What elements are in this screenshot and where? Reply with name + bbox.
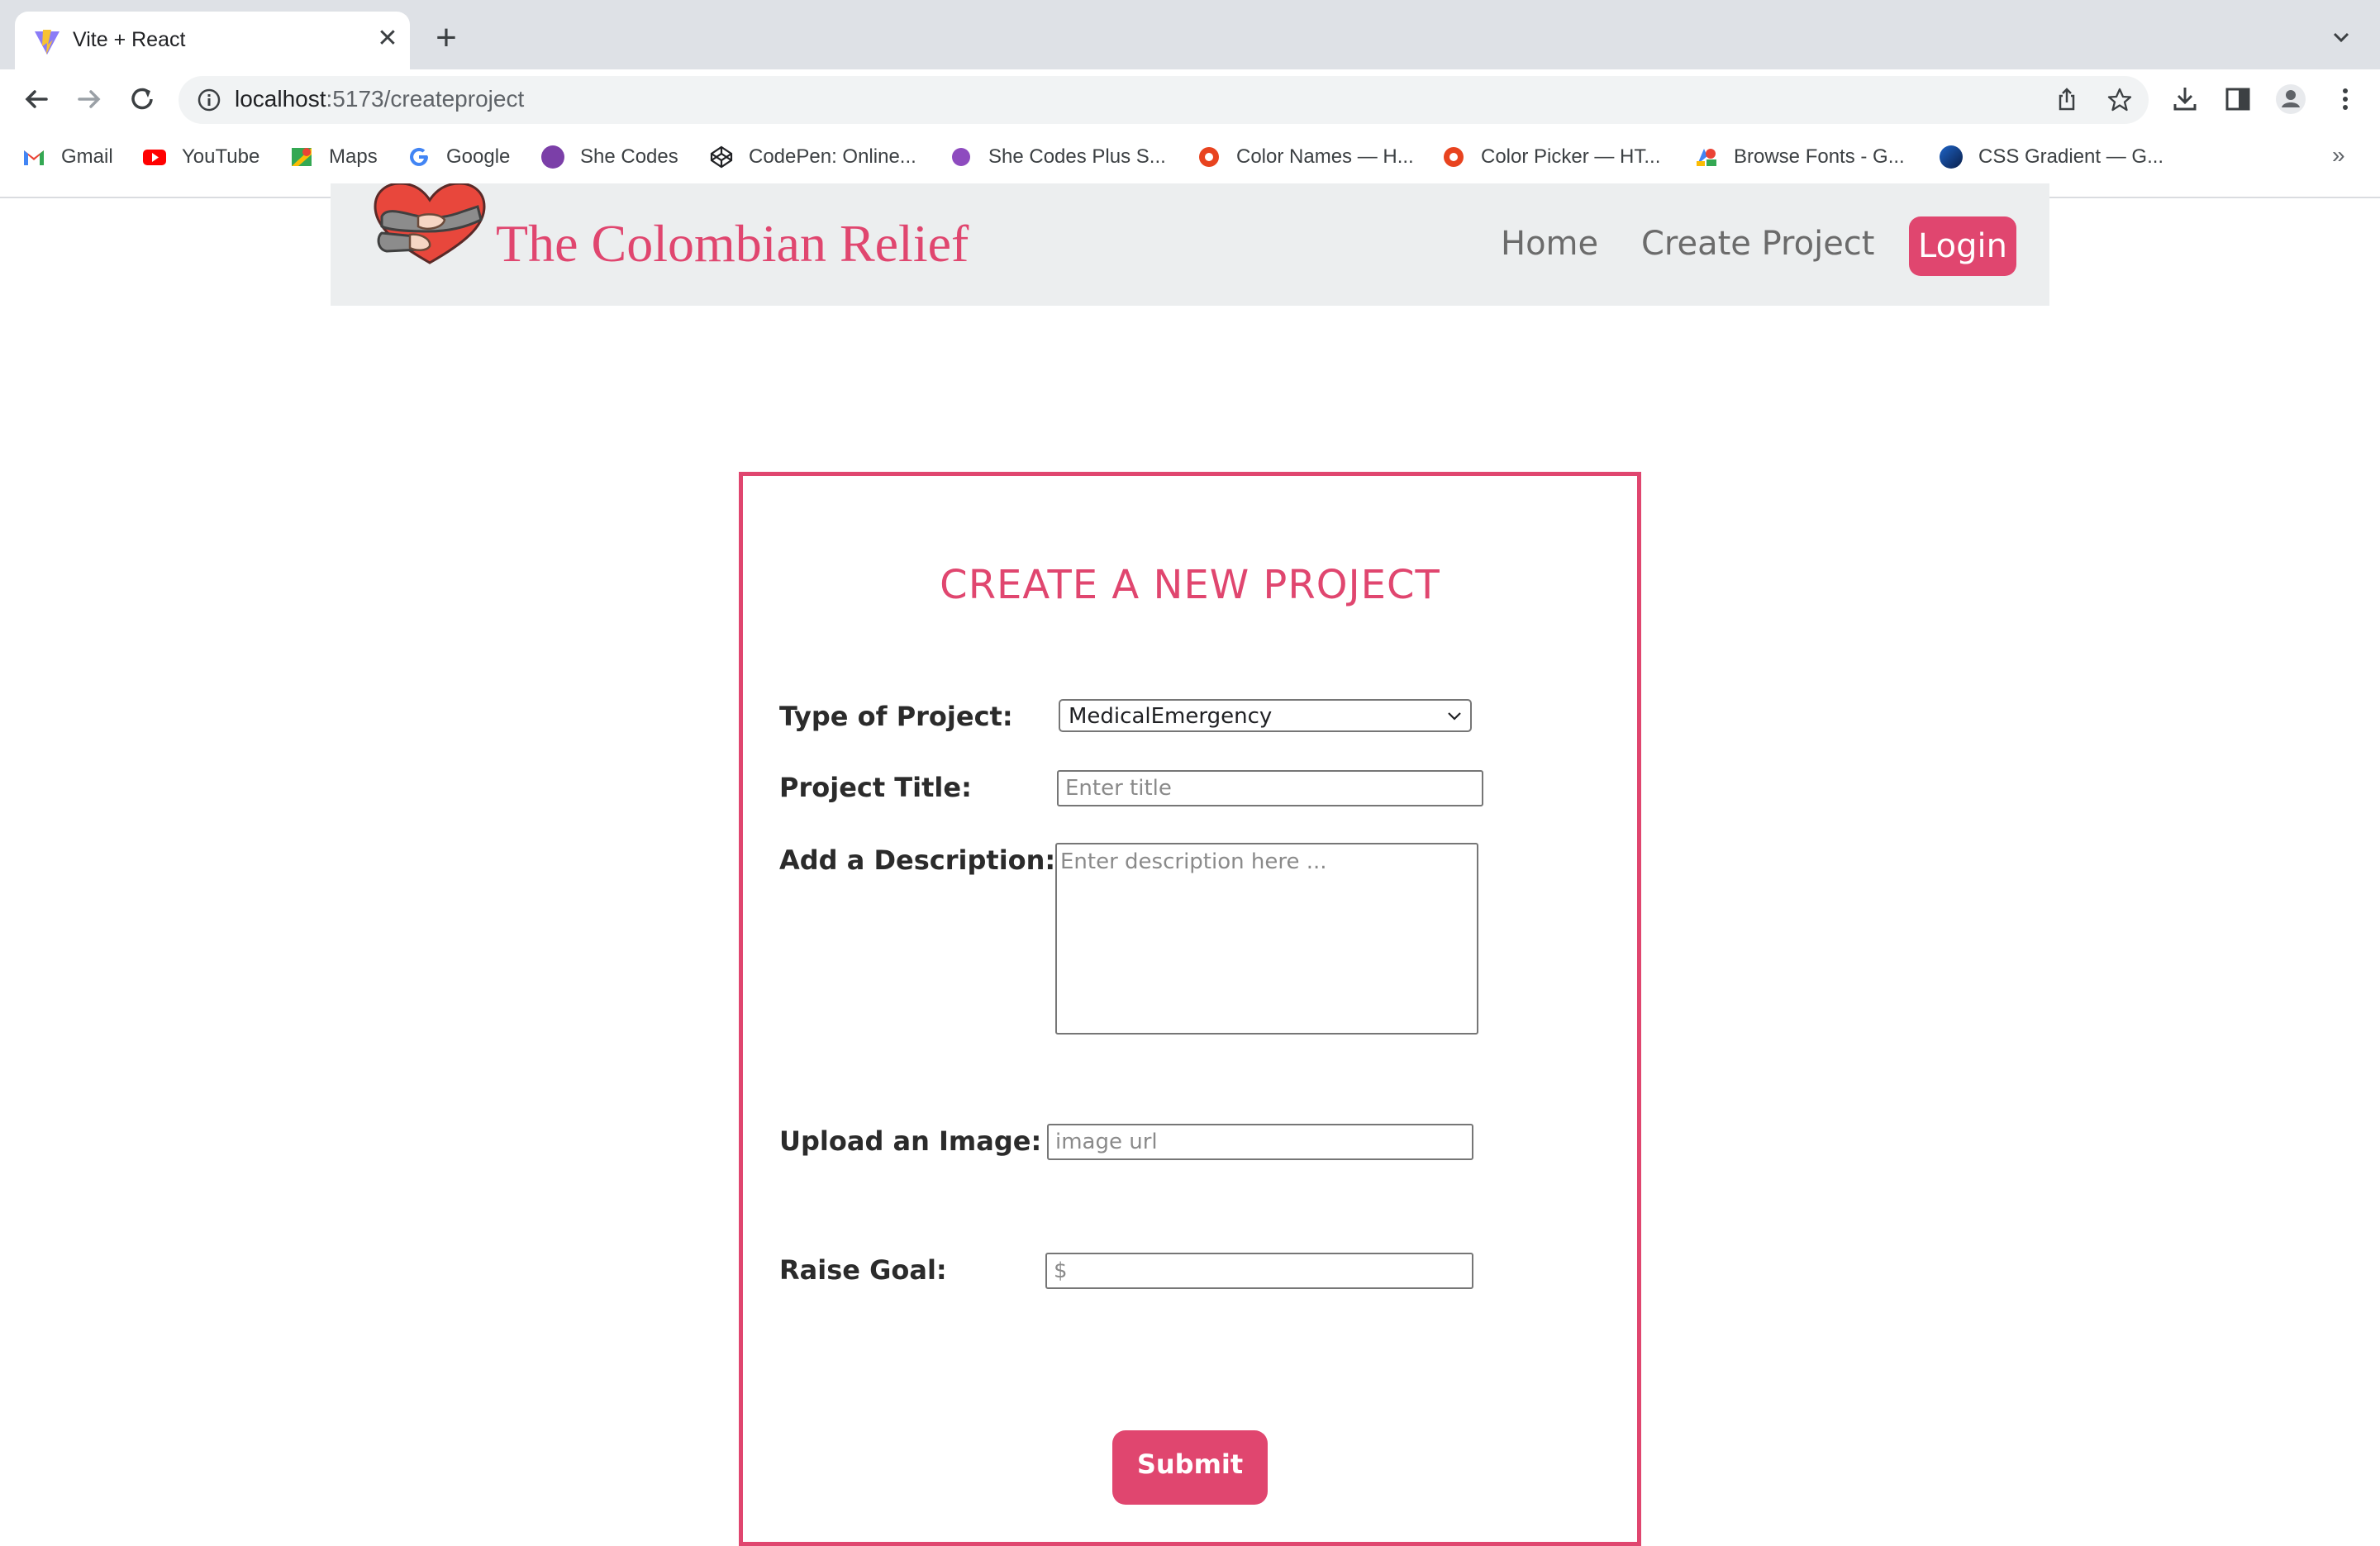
raise-goal-label: Raise Goal: bbox=[779, 1254, 947, 1286]
bookmark-label: CodePen: Online... bbox=[749, 145, 916, 168]
image-label: Upload an Image: bbox=[779, 1125, 1042, 1157]
bookmark-gmail[interactable]: Gmail bbox=[21, 140, 113, 174]
share-icon[interactable] bbox=[2053, 86, 2081, 114]
back-icon[interactable] bbox=[18, 81, 55, 117]
she-codes-icon bbox=[541, 145, 564, 169]
bookmark-google[interactable]: Google bbox=[407, 140, 510, 174]
heart-hug-logo-icon[interactable] bbox=[370, 183, 489, 266]
vite-icon bbox=[35, 30, 60, 55]
close-tab-icon[interactable]: ✕ bbox=[375, 26, 400, 51]
project-title-label: Project Title: bbox=[779, 772, 972, 803]
gmail-icon bbox=[24, 150, 44, 165]
project-type-select[interactable]: MedicalEmergency bbox=[1059, 699, 1472, 732]
profile-avatar-icon[interactable] bbox=[2274, 83, 2307, 116]
browser-toolbar: localhost:5173/createproject Gmail YouTu… bbox=[0, 69, 2380, 198]
chevron-down-icon bbox=[1448, 712, 1461, 721]
bookmark-label: She Codes Plus S... bbox=[988, 145, 1166, 168]
google-fonts-icon bbox=[1697, 149, 1716, 166]
color-names-icon bbox=[1199, 147, 1219, 167]
bookmark-css-gradient[interactable]: CSS Gradient — G... bbox=[1939, 140, 2163, 174]
bookmark-she-codes-plus[interactable]: She Codes Plus S... bbox=[949, 140, 1166, 174]
tab-title: Vite + React bbox=[73, 28, 186, 51]
forward-icon[interactable] bbox=[71, 81, 107, 117]
login-button[interactable]: Login bbox=[1909, 216, 2016, 276]
css-gradient-icon bbox=[1940, 145, 1963, 169]
bookmark-label: Google bbox=[446, 145, 511, 168]
description-textarea[interactable] bbox=[1055, 843, 1478, 1035]
site-header: The Colombian Relief Home Create Project… bbox=[331, 183, 2049, 306]
url-path: :5173/createproject bbox=[326, 86, 525, 112]
bookmark-label: Color Names — H... bbox=[1236, 145, 1414, 168]
side-panel-icon[interactable] bbox=[2221, 83, 2254, 116]
bookmark-maps[interactable]: Maps bbox=[289, 140, 378, 174]
chevron-down-icon[interactable] bbox=[2329, 25, 2354, 50]
form-heading: CREATE A NEW PROJECT bbox=[940, 562, 1440, 608]
url-host: localhost bbox=[235, 86, 326, 112]
browser-tab[interactable]: Vite + React ✕ bbox=[15, 12, 410, 69]
more-bookmarks-icon[interactable]: » bbox=[2332, 142, 2345, 169]
submit-button[interactable]: Submit bbox=[1112, 1430, 1268, 1505]
bookmark-label: CSS Gradient — G... bbox=[1978, 145, 2164, 168]
bookmark-she-codes[interactable]: She Codes bbox=[540, 140, 678, 174]
nav-home-link[interactable]: Home bbox=[1501, 225, 1598, 263]
create-project-form: CREATE A NEW PROJECT Type of Project: Me… bbox=[739, 472, 1641, 1546]
bookmark-browse-fonts[interactable]: Browse Fonts - G... bbox=[1694, 140, 1905, 174]
bookmark-youtube[interactable]: YouTube bbox=[142, 140, 259, 174]
project-type-label: Type of Project: bbox=[779, 701, 1013, 732]
color-picker-icon bbox=[1444, 147, 1464, 167]
raise-goal-input[interactable] bbox=[1045, 1253, 1473, 1289]
brand-title[interactable]: The Colombian Relief bbox=[496, 213, 969, 274]
bookmark-label: She Codes bbox=[580, 145, 678, 168]
bookmark-label: Maps bbox=[329, 145, 378, 168]
menu-kebab-icon[interactable] bbox=[2329, 83, 2362, 116]
bookmarks-bar: Gmail YouTube Maps Google She Codes Code… bbox=[0, 134, 2380, 180]
youtube-icon bbox=[143, 150, 166, 165]
url-text: localhost:5173/createproject bbox=[235, 86, 524, 112]
bookmark-color-picker[interactable]: Color Picker — HT... bbox=[1441, 140, 1660, 174]
project-title-input[interactable] bbox=[1057, 770, 1483, 806]
bookmark-label: YouTube bbox=[182, 145, 260, 168]
maps-icon bbox=[292, 148, 312, 166]
image-url-input[interactable] bbox=[1047, 1124, 1473, 1160]
codepen-icon bbox=[710, 145, 733, 169]
new-tab-icon[interactable]: + bbox=[430, 20, 463, 56]
reload-icon[interactable] bbox=[124, 81, 160, 117]
star-icon[interactable] bbox=[2106, 86, 2134, 114]
nav-create-project-link[interactable]: Create Project bbox=[1641, 225, 1874, 263]
she-codes-plus-icon bbox=[952, 148, 970, 166]
bookmark-codepen[interactable]: CodePen: Online... bbox=[709, 140, 916, 174]
info-icon[interactable] bbox=[195, 86, 223, 114]
download-icon[interactable] bbox=[2168, 83, 2202, 116]
description-label: Add a Description: bbox=[779, 844, 1056, 876]
bookmark-label: Gmail bbox=[61, 145, 113, 168]
bookmark-label: Color Picker — HT... bbox=[1481, 145, 1661, 168]
bookmark-color-names[interactable]: Color Names — H... bbox=[1197, 140, 1414, 174]
google-icon bbox=[410, 147, 428, 166]
address-bar[interactable]: localhost:5173/createproject bbox=[178, 76, 2149, 124]
project-type-selected-value: MedicalEmergency bbox=[1069, 704, 1273, 729]
browser-tab-bar: Vite + React ✕ + bbox=[0, 0, 2380, 69]
bookmark-label: Browse Fonts - G... bbox=[1734, 145, 1905, 168]
